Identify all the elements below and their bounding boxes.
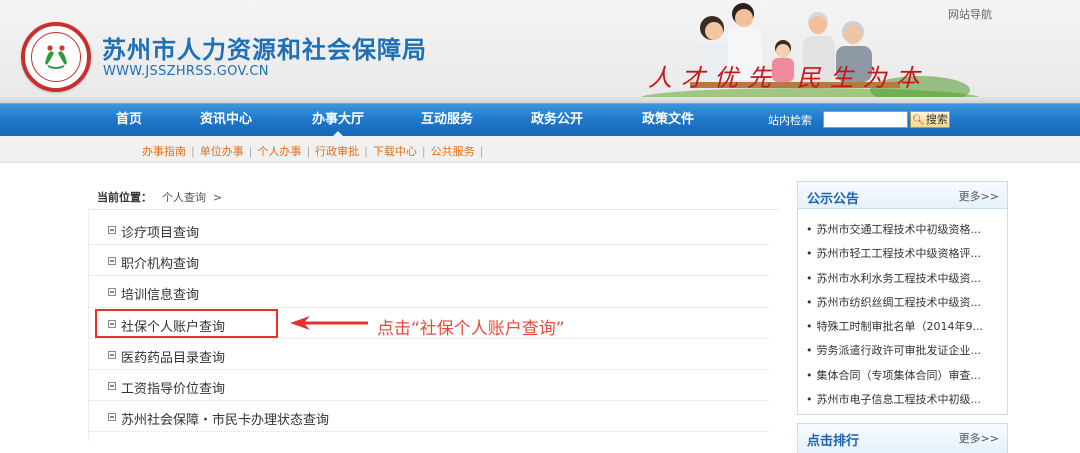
site-url[interactable]: WWW.JSSZHRSS.GOV.CN bbox=[103, 64, 269, 79]
notice-panel-title: 公示公告 bbox=[807, 192, 860, 207]
subnav-download-center[interactable]: 下载中心 bbox=[373, 145, 417, 158]
notice-list: • 苏州市交通工程技术中初级资格... • 苏州市轻工工程技术中级资格评... • 苏… bbox=[806, 218, 1001, 412]
notice-item-text: 特殊工时制审批名单（2014年9... bbox=[816, 320, 983, 334]
site-title: 苏州市人力资源和社会保障局 bbox=[102, 36, 427, 64]
content-divider bbox=[88, 209, 778, 210]
nav-home[interactable]: 首页 bbox=[105, 104, 153, 136]
site-logo[interactable] bbox=[21, 22, 91, 92]
arrow-left-icon bbox=[290, 316, 368, 330]
notice-item-text: 苏州市水利水务工程技术中级资... bbox=[816, 271, 982, 285]
subnav-guide[interactable]: 办事指南 bbox=[142, 145, 186, 158]
nav-service-hall[interactable]: 办事大厅 bbox=[302, 104, 374, 136]
notice-item-text: 苏州市纺织丝绸工程技术中级资... bbox=[816, 295, 982, 309]
notice-item[interactable]: • 集体合同（专项集体合同）审查... bbox=[806, 364, 1001, 388]
query-item-medical-items[interactable]: 诊疗项目查询 bbox=[88, 214, 770, 246]
list-bullet-icon bbox=[108, 226, 116, 234]
sub-navigation: 办事指南 | 单位办事 | 个人办事 | 行政审批 | 下载中心 | 公共服务 | bbox=[0, 136, 1080, 163]
notice-item[interactable]: • 苏州市交通工程技术中初级资格... bbox=[806, 218, 1001, 242]
list-bullet-icon bbox=[108, 288, 116, 297]
list-bullet-icon bbox=[108, 381, 116, 390]
notice-panel-header: 公示公告 更多>> bbox=[798, 182, 1007, 209]
nav-news-center[interactable]: 资讯中心 bbox=[190, 104, 262, 136]
nav-policy-documents[interactable]: 政策文件 bbox=[632, 104, 704, 136]
notice-item-text: 苏州市交通工程技术中初级资格... bbox=[816, 223, 982, 236]
logo-emblem-icon bbox=[40, 40, 72, 72]
notice-item[interactable]: • 苏州市轻工工程技术中级资格评... bbox=[806, 242, 1001, 266]
list-item-label: 工资指导价位查询 bbox=[121, 381, 226, 397]
subnav-separator: | bbox=[191, 145, 195, 158]
subnav-organization[interactable]: 单位办事 bbox=[200, 145, 244, 158]
breadcrumb: 当前位置： 个人查询 > bbox=[97, 189, 222, 205]
notice-item-text: 集体合同（专项集体合同）审查... bbox=[816, 368, 982, 382]
notice-item-text: 劳务派遣行政许可审批发证企业... bbox=[816, 344, 982, 358]
notice-item[interactable]: • 苏州市水利水务工程技术中级资... bbox=[806, 267, 1001, 291]
ranking-more-link[interactable]: 更多>> bbox=[959, 430, 999, 446]
notice-more-link[interactable]: 更多>> bbox=[959, 188, 999, 204]
notice-item[interactable]: • 苏州市电子信息工程技术中初级... bbox=[806, 388, 1001, 412]
site-search-button[interactable]: 🔍︎搜索 bbox=[910, 111, 950, 128]
list-bullet-icon bbox=[108, 350, 116, 359]
search-button-label: 搜索 bbox=[925, 113, 948, 126]
nav-interactive-service[interactable]: 互动服务 bbox=[411, 104, 483, 136]
query-item-training-info[interactable]: 培训信息查询 bbox=[88, 276, 770, 308]
query-item-wage-guidance[interactable]: 工资指导价位查询 bbox=[88, 370, 770, 402]
site-header: 苏州市人力资源和社会保障局 WWW.JSSZHRSS.GOV.CN 网站导航 人… bbox=[0, 0, 1080, 103]
breadcrumb-current[interactable]: 个人查询 bbox=[162, 191, 206, 204]
query-item-citizen-card-status[interactable]: 苏州社会保障・市民卡办理状态查询 bbox=[88, 401, 770, 433]
notice-item[interactable]: • 劳务派遣行政许可审批发证企业... bbox=[806, 339, 1001, 363]
list-bullet-icon bbox=[108, 257, 116, 266]
annotation-callout: 点击“社保个人账户查询” bbox=[377, 319, 565, 339]
notice-item-text: 苏州市电子信息工程技术中初级... bbox=[816, 393, 982, 407]
subnav-separator: | bbox=[479, 145, 484, 158]
banner-slogan: 人才优先 民生为本 bbox=[648, 64, 929, 92]
notice-item[interactable]: • 特殊工时制审批名单（2014年9... bbox=[806, 315, 1001, 339]
list-item-label: 苏州社会保障・市民卡办理状态查询 bbox=[121, 413, 330, 429]
notice-panel: 公示公告 更多>> • 苏州市交通工程技术中初级资格... • 苏州市轻工工程技术中… bbox=[797, 181, 1008, 415]
notice-item-text: 苏州市轻工工程技术中级资格评... bbox=[816, 247, 982, 261]
list-item-label: 培训信息查询 bbox=[121, 288, 200, 304]
subnav-separator: | bbox=[306, 145, 311, 158]
query-item-drug-catalog[interactable]: 医药药品目录查询 bbox=[88, 339, 770, 370]
list-item-label: 诊疗项目查询 bbox=[121, 226, 200, 241]
subnav-public-service[interactable]: 公共服务 bbox=[431, 145, 475, 158]
list-bullet-icon bbox=[108, 413, 116, 422]
ranking-panel-title: 点击排行 bbox=[807, 434, 860, 449]
list-item-label: 医药药品目录查询 bbox=[121, 350, 226, 366]
breadcrumb-arrow-icon: > bbox=[213, 191, 223, 204]
subnav-separator: | bbox=[364, 145, 368, 158]
subnav-separator: | bbox=[421, 145, 426, 158]
main-navigation: 首页 资讯中心 办事大厅 互动服务 政务公开 政策文件 站内检索 🔍︎搜索 bbox=[0, 103, 1080, 136]
search-icon: 🔍︎ bbox=[912, 115, 925, 126]
query-item-job-agencies[interactable]: 职介机构查询 bbox=[88, 245, 770, 277]
notice-item[interactable]: • 苏州市纺织丝绸工程技术中级资... bbox=[806, 291, 1001, 315]
subnav-admin-approval[interactable]: 行政审批 bbox=[315, 145, 359, 158]
site-search-input[interactable] bbox=[823, 111, 908, 128]
subnav-separator: | bbox=[248, 145, 253, 158]
site-search-label: 站内检索 bbox=[768, 114, 812, 127]
breadcrumb-label: 当前位置： bbox=[97, 191, 152, 204]
ranking-panel: 点击排行 更多>> bbox=[797, 423, 1008, 453]
list-item-label: 职介机构查询 bbox=[121, 257, 200, 273]
subnav-personal[interactable]: 个人办事 bbox=[257, 145, 301, 158]
highlight-box bbox=[95, 309, 278, 338]
nav-government-affairs[interactable]: 政务公开 bbox=[521, 104, 593, 136]
